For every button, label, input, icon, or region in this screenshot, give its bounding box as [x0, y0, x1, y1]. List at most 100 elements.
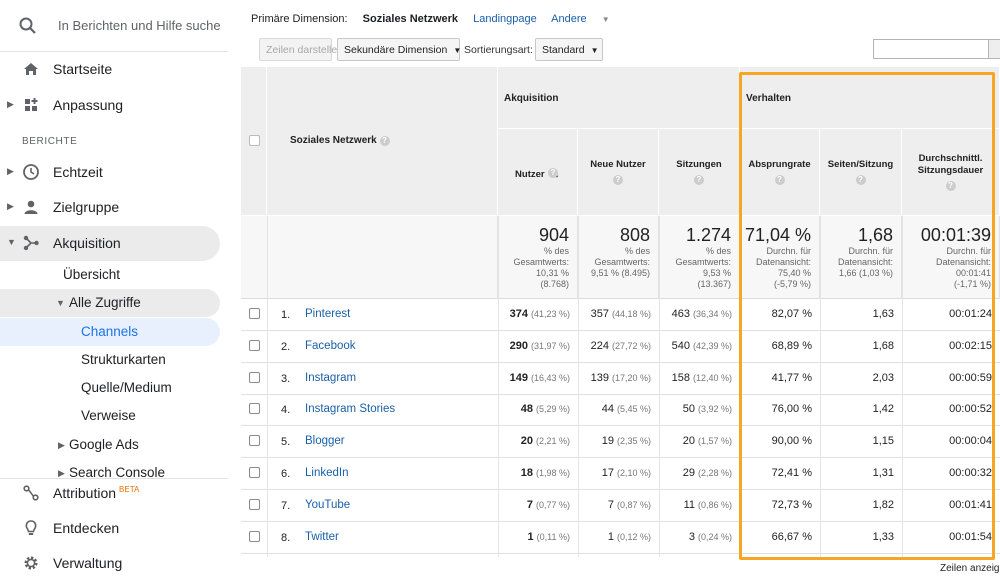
nav-item-audience[interactable]: ▶ Zielgruppe	[0, 190, 220, 225]
row-cell: 00:01:54	[902, 531, 992, 543]
table-row[interactable]: 2. Facebook 290 (31,97 %) 224 (27,72 %) 540 (42…	[241, 331, 1000, 363]
column-header[interactable]: Nutzer ↓?	[498, 129, 578, 216]
nav-sub-channels[interactable]: Channels	[0, 318, 220, 346]
column-header[interactable]: Seiten/Sitzung?	[820, 129, 902, 216]
column-header[interactable]: Durchschnittl. Sitzungsdauer?	[902, 129, 1000, 216]
cell-value: 48	[520, 403, 533, 415]
sidebar-search[interactable]: In Berichten und Hilfe suche	[0, 0, 228, 52]
row-checkbox[interactable]	[249, 531, 260, 542]
help-icon[interactable]: ?	[774, 175, 785, 185]
totals-value: 1,68	[857, 225, 893, 245]
help-icon[interactable]: ?	[694, 175, 704, 185]
row-cell: 72,73 %	[740, 499, 812, 511]
row-cell: 224 (27,72 %)	[578, 340, 651, 352]
grid-line	[267, 216, 268, 557]
cell-percent: (41,23 %)	[530, 309, 570, 319]
nav-item-acquisition[interactable]: ▼ Akquisition	[0, 226, 220, 261]
acquisition-icon	[23, 235, 39, 251]
header-social-network[interactable]: Soziales Netzwerk ?	[290, 135, 390, 146]
nav-sub-treemaps[interactable]: Strukturkarten	[0, 346, 220, 374]
row-cell: 1 (0,12 %)	[578, 531, 651, 543]
dimension-landing-page[interactable]: Landingpage	[473, 13, 537, 25]
grid-line	[820, 216, 821, 557]
nav-sub-source-medium[interactable]: Quelle/Medium	[0, 374, 220, 402]
row-checkbox[interactable]	[249, 308, 260, 319]
table-row[interactable]: 1. Pinterest 374 (41,23 %) 357 (44,18 %) 463 (3…	[241, 299, 1000, 331]
nav-item-attribution[interactable]: Attribution BETA	[0, 476, 220, 511]
column-header[interactable]: Sitzungen?	[659, 129, 740, 216]
row-network-link[interactable]: YouTube	[305, 499, 350, 511]
cell-value: 1,15	[872, 435, 894, 447]
totals-value: 00:01:39	[920, 225, 991, 245]
caret-right-icon: ▶	[7, 166, 14, 176]
row-network-link[interactable]: Instagram Stories	[305, 403, 395, 415]
table-search-input[interactable]	[873, 39, 989, 59]
cell-percent: (2,10 %)	[616, 468, 651, 478]
cell-value: 90,00 %	[771, 435, 812, 447]
row-network-link[interactable]: LinkedIn	[305, 467, 348, 479]
row-network-link[interactable]: Instagram	[305, 372, 356, 384]
table-row[interactable]: 6. LinkedIn 18 (1,98 %) 17 (2,10 %) 29 (2,28 %)…	[241, 458, 1000, 490]
totals-subtext: (8.768)	[540, 279, 569, 289]
report-main: Primäre Dimension: Soziales Netzwerk Lan…	[241, 0, 1000, 576]
nav-item-realtime[interactable]: ▶ Echtzeit	[0, 155, 220, 190]
table-row[interactable]: 4. Instagram Stories 48 (5,29 %) 44 (5,45 %) 5…	[241, 394, 1000, 426]
row-checkbox[interactable]	[249, 435, 260, 446]
nav-sub-all-traffic[interactable]: ▼ Alle Zugriffe	[0, 289, 220, 317]
row-network-link[interactable]: Twitter	[305, 531, 339, 543]
gear-icon	[24, 556, 38, 570]
column-header-label: Neue Nutzer	[590, 159, 646, 170]
sort-type-select[interactable]: Standard ▼	[535, 38, 603, 61]
table-row[interactable]: 5. Blogger 20 (2,21 %) 19 (2,35 %) 20 (1,57 %) 9…	[241, 426, 1000, 458]
row-network-link[interactable]: Pinterest	[305, 308, 350, 320]
cell-value: 18	[520, 467, 533, 479]
help-icon[interactable]: ?	[613, 175, 623, 185]
table-row[interactable]: 7. YouTube 7 (0,77 %) 7 (0,87 %) 11 (0,86 %) 72,…	[241, 490, 1000, 522]
cell-value: 00:01:54	[949, 531, 992, 543]
column-header[interactable]: Absprungrate?	[740, 129, 820, 216]
table-row[interactable]: 3. Instagram 149 (16,43 %) 139 (17,20 %) 158 (1…	[241, 363, 1000, 395]
help-icon[interactable]: ?	[945, 181, 956, 191]
cell-percent: (0,87 %)	[616, 500, 651, 510]
row-cell: 374 (41,23 %)	[498, 308, 570, 320]
row-checkbox[interactable]	[249, 403, 260, 414]
secondary-dimension-select[interactable]: Sekundäre Dimension ▼	[337, 38, 461, 61]
nav-sub-overview[interactable]: Übersicht	[0, 261, 220, 289]
row-network-link[interactable]: Facebook	[305, 340, 356, 352]
row-cell: 00:00:52	[902, 403, 992, 415]
cell-value: 72,41 %	[771, 467, 812, 479]
row-cell: 540 (42,39 %)	[659, 340, 732, 352]
cell-value: 29	[682, 467, 695, 479]
dimension-other[interactable]: Andere ▼	[551, 13, 621, 25]
nav-item-home[interactable]: Startseite	[0, 52, 220, 87]
nav-item-admin[interactable]: Verwaltung	[0, 546, 220, 576]
table-search-button[interactable]	[989, 39, 1000, 59]
help-icon[interactable]: ?	[548, 168, 558, 178]
section-label-reports: BERICHTE	[22, 136, 78, 147]
table-row[interactable]: 8. Twitter 1 (0,11 %) 1 (0,12 %) 3 (0,24 %) 66,6…	[241, 522, 1000, 554]
nav-item-discover[interactable]: Entdecken	[0, 511, 220, 546]
help-icon[interactable]: ?	[855, 175, 866, 185]
nav-sub-google-ads[interactable]: ▶ Google Ads	[0, 431, 220, 459]
dimension-social-network[interactable]: Soziales Netzwerk	[363, 13, 458, 25]
row-checkbox[interactable]	[249, 340, 260, 351]
nav-item-customization[interactable]: ▶ Anpassung	[0, 88, 220, 123]
help-icon[interactable]: ?	[379, 136, 390, 146]
cell-percent: (27,72 %)	[611, 341, 651, 351]
select-all-checkbox[interactable]	[249, 135, 260, 146]
totals-subtext: Datenansicht:	[755, 257, 811, 267]
row-checkbox[interactable]	[249, 467, 260, 478]
cell-value: 82,07 %	[771, 308, 812, 320]
totals-value: 1.274	[685, 225, 731, 245]
nav-sub-referrals[interactable]: Verweise	[0, 402, 220, 430]
totals-subtext: 75,40 %	[777, 268, 811, 278]
nav-label-realtime: Echtzeit	[53, 164, 103, 180]
cell-value: 00:00:59	[949, 372, 992, 384]
row-checkbox[interactable]	[249, 372, 260, 383]
show-rows-label[interactable]: Zeilen anzeig	[940, 563, 999, 574]
row-network-link[interactable]: Blogger	[305, 435, 345, 447]
row-checkbox[interactable]	[249, 499, 260, 510]
plot-rows-button[interactable]: Zeilen darstellen	[259, 38, 343, 61]
column-header[interactable]: Neue Nutzer?	[578, 129, 659, 216]
row-cell: 11 (0,86 %)	[659, 499, 732, 511]
